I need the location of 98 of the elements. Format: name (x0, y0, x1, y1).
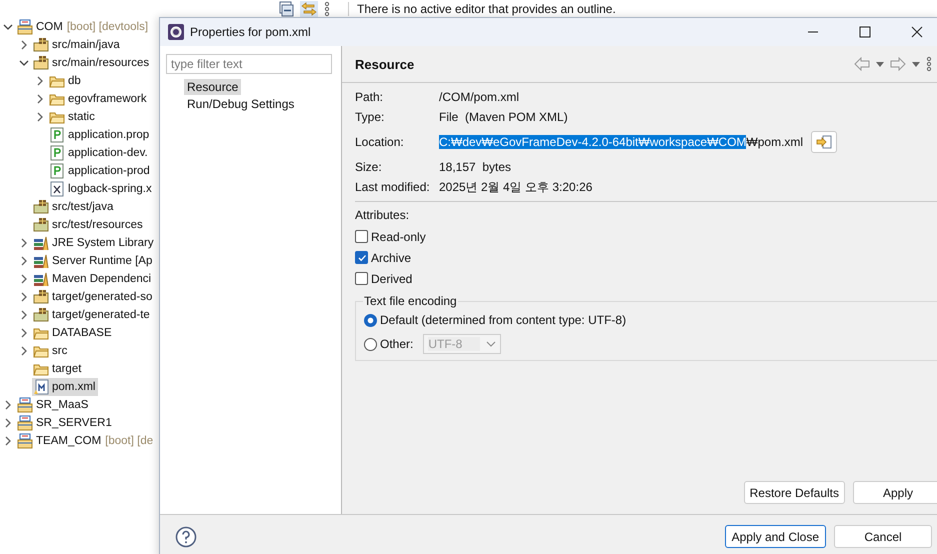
attribute-checkbox[interactable]: Archive (355, 247, 412, 268)
caret-icon[interactable] (876, 62, 884, 66)
page-button[interactable]: Apply (853, 481, 937, 504)
project-icon (17, 397, 33, 413)
attributes-label: Attributes: (355, 208, 410, 222)
expand-toggle[interactable] (19, 256, 29, 266)
tree-item[interactable]: logback-spring.x (48, 180, 155, 198)
tree-item[interactable]: COM [boot] [devtools] (16, 18, 152, 36)
library-icon (33, 235, 49, 251)
expand-toggle[interactable] (19, 346, 29, 356)
tree-item[interactable]: SR_SERVER1 (16, 414, 115, 432)
menu-icon[interactable] (926, 56, 932, 72)
tree-item[interactable]: src/test/java (32, 198, 116, 216)
tree-item[interactable]: application-prod (48, 162, 153, 180)
tree-item[interactable]: Maven Dependenci (32, 270, 154, 288)
tree-item[interactable]: target/generated-te (32, 306, 153, 324)
tree-item[interactable]: src/main/resources (32, 54, 152, 72)
properties-file-icon (49, 145, 65, 161)
dialog-title: Properties for pom.xml (190, 25, 311, 39)
properties-file-icon (49, 127, 65, 143)
page-item[interactable]: Run/Debug Settings (184, 96, 298, 112)
package-folder-icon (33, 217, 49, 233)
expand-toggle[interactable] (19, 274, 29, 284)
project-icon (17, 415, 33, 431)
page-button[interactable]: Restore Defaults (744, 481, 845, 504)
tree-item[interactable]: src/main/java (32, 36, 123, 54)
expand-toggle[interactable] (3, 22, 13, 32)
view-menu-icon[interactable] (324, 0, 330, 16)
property-value: 18,157 bytes (439, 159, 512, 175)
filter-field[interactable]: type filter text (166, 54, 332, 74)
check-icon (356, 252, 366, 262)
outline-message: There is no active editor that provides an outline. (348, 2, 616, 16)
library-icon (33, 253, 49, 269)
property-value: File (Maven POM XML) (439, 109, 569, 125)
tree-item[interactable]: static (48, 108, 98, 126)
expand-toggle[interactable] (19, 58, 29, 68)
tree-item[interactable]: Server Runtime [Ap (32, 252, 156, 270)
expand-toggle[interactable] (19, 328, 29, 338)
encoding-radio[interactable]: Default (determined from content type: UTF-8) (364, 310, 626, 330)
expand-toggle[interactable] (3, 400, 13, 410)
tree-item[interactable]: src/test/resources (32, 216, 146, 234)
group-title: Text file encoding (363, 294, 458, 308)
package-folder-icon (33, 307, 49, 323)
expand-toggle[interactable] (19, 238, 29, 248)
expand-toggle[interactable] (35, 76, 45, 86)
property-value: /COM/pom.xml (439, 89, 520, 105)
tree-item[interactable]: db (48, 72, 84, 90)
expand-toggle[interactable] (3, 418, 13, 428)
expand-toggle[interactable] (19, 292, 29, 302)
caret-icon[interactable] (912, 62, 920, 66)
tree-item[interactable]: src (32, 342, 70, 360)
attribute-checkbox[interactable]: Read-only (355, 226, 426, 247)
property-value: 2025년 2월 4일 오후 3:20:26 (439, 179, 594, 195)
xml-file-icon (49, 181, 65, 197)
help-icon[interactable] (175, 526, 197, 548)
package-folder-icon (33, 37, 49, 53)
properties-file-icon (49, 163, 65, 179)
tree-item[interactable]: SR_MaaS (16, 396, 92, 414)
link-editor-icon[interactable] (300, 0, 318, 16)
encoding-radio[interactable]: Other: (364, 334, 414, 354)
location-value: C:₩dev₩eGovFrameDev-4.2.0-64bit₩workspace₩COM₩pom.xml (439, 134, 804, 150)
package-folder-icon (33, 55, 49, 71)
tree-item[interactable]: application.prop (48, 126, 152, 144)
tree-item[interactable]: pom.xml (32, 378, 98, 396)
tree-item[interactable]: application-dev. (48, 144, 151, 162)
tree-item[interactable]: target (32, 360, 84, 378)
property-label: Location: (355, 134, 405, 150)
property-label: Last modified: (355, 179, 431, 195)
expand-toggle[interactable] (19, 40, 29, 50)
page-title: Resource (355, 56, 414, 72)
expand-toggle[interactable] (3, 436, 13, 446)
property-label: Size: (355, 159, 383, 175)
open-location-button[interactable] (811, 131, 838, 153)
tree-item[interactable]: TEAM_COM [boot] [de (16, 432, 156, 450)
dialog-button[interactable]: Apply and Close (724, 525, 826, 548)
tree-item[interactable]: JRE System Library (32, 234, 157, 252)
expand-toggle[interactable] (35, 94, 45, 104)
property-label: Path: (355, 89, 384, 105)
collapse-all-icon[interactable] (278, 0, 294, 16)
arrow-icon (816, 135, 832, 149)
attribute-checkbox[interactable]: Derived (355, 268, 412, 289)
package-folder-icon (33, 199, 49, 215)
page-item[interactable]: Resource (184, 79, 242, 95)
expand-toggle[interactable] (35, 112, 45, 122)
tree-item[interactable]: egovframework (48, 90, 150, 108)
expand-toggle[interactable] (19, 310, 29, 320)
library-icon (33, 271, 49, 287)
close-icon[interactable] (911, 26, 923, 38)
chevron-down-icon (486, 341, 496, 347)
package-folder-icon (33, 289, 49, 305)
maven-file-icon (33, 379, 49, 395)
tree-item[interactable]: DATABASE (32, 324, 115, 342)
property-label: Type: (355, 109, 386, 125)
project-icon (17, 19, 33, 35)
maximize-icon[interactable] (859, 26, 871, 38)
dialog-button[interactable]: Cancel (834, 525, 932, 548)
tree-item[interactable]: target/generated-so (32, 288, 156, 306)
project-icon (17, 433, 33, 449)
